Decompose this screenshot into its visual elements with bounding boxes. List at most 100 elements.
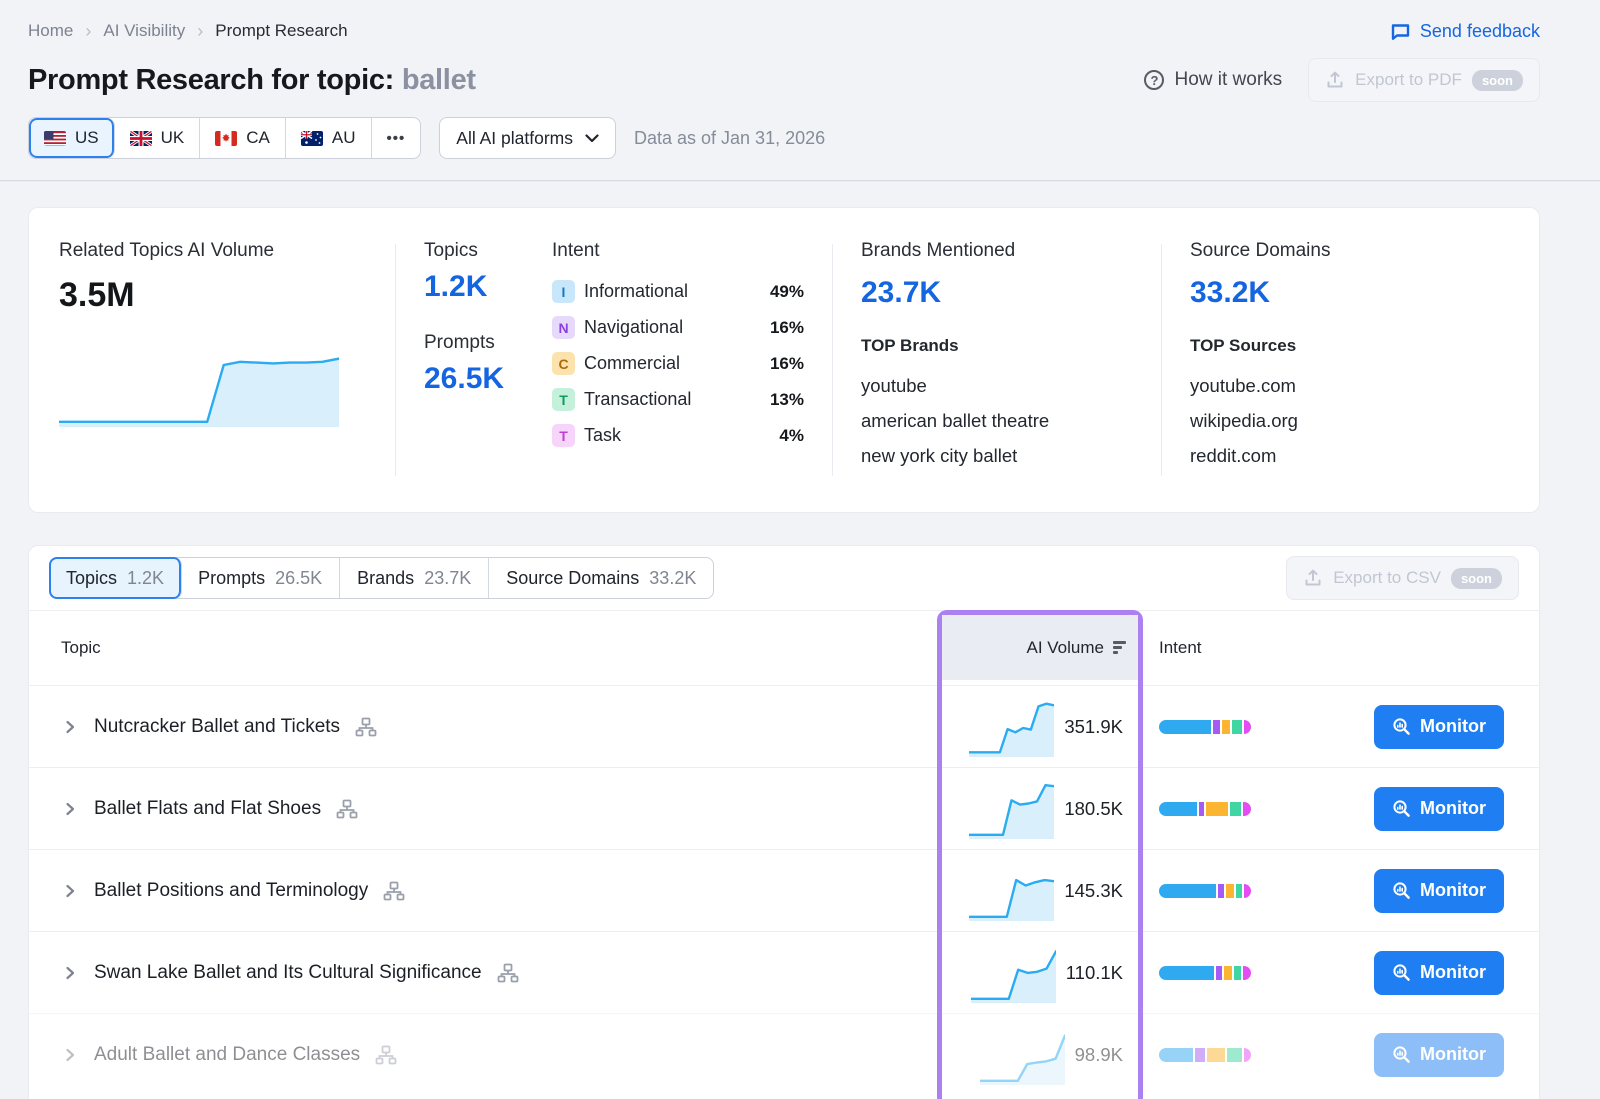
intent-badge-informational: I: [552, 280, 575, 303]
list-item: american ballet theatre: [861, 397, 1133, 432]
top-sources-label: TOP Sources: [1190, 336, 1509, 356]
intent-percent: 49%: [770, 282, 804, 302]
ai-platforms-dropdown[interactable]: All AI platforms: [439, 117, 616, 159]
export-pdf-button[interactable]: Export to PDF soon: [1308, 58, 1540, 102]
intent-legend-row: NNavigational16%: [552, 316, 804, 339]
intent-badge-commercial: C: [552, 352, 575, 375]
intent-segment: [1213, 720, 1220, 734]
intent-legend-row: TTransactional13%: [552, 388, 804, 411]
expand-row-chevron-icon[interactable]: [61, 800, 79, 818]
intent-segment: [1159, 720, 1211, 734]
how-it-works-link[interactable]: ? How it works: [1144, 69, 1282, 91]
intent-segment: [1224, 966, 1232, 980]
monitor-button[interactable]: Monitor: [1374, 951, 1504, 995]
intent-distribution-bar: [1159, 884, 1251, 898]
intent-legend: IInformational49%NNavigational16%CCommer…: [552, 280, 804, 447]
related-topics-label: Related Topics AI Volume: [59, 240, 367, 262]
upload-icon: [1303, 568, 1323, 588]
more-countries-button[interactable]: •••: [372, 118, 421, 158]
topic-network-icon: [375, 1045, 397, 1065]
export-csv-button[interactable]: Export to CSV soon: [1286, 556, 1519, 600]
monitor-button[interactable]: Monitor: [1374, 787, 1504, 831]
table-body: Nutcracker Ballet and Tickets351.9KMonit…: [29, 685, 1539, 1095]
monitor-button[interactable]: Monitor: [1374, 869, 1504, 913]
table-row: Adult Ballet and Dance Classes 98.9K Monit…: [29, 1013, 1539, 1095]
intent-segment: [1244, 884, 1251, 898]
intent-segment: [1234, 966, 1242, 980]
magnifier-chart-icon: [1392, 1045, 1411, 1064]
intent-name: Commercial: [584, 353, 770, 374]
expand-row-chevron-icon[interactable]: [61, 718, 79, 736]
ai-volume-sparkline: [980, 1025, 1065, 1085]
ai-volume-value: 180.5K: [1064, 798, 1123, 820]
topic-name[interactable]: Nutcracker Ballet and Tickets: [94, 716, 340, 738]
topic-name[interactable]: Swan Lake Ballet and Its Cultural Signif…: [94, 962, 482, 984]
breadcrumb-home[interactable]: Home: [28, 21, 73, 41]
topics-label: Topics: [424, 240, 552, 262]
magnifier-chart-icon: [1392, 799, 1411, 818]
table-row: Swan Lake Ballet and Its Cultural Signif…: [29, 931, 1539, 1013]
intent-name: Transactional: [584, 389, 770, 410]
prompts-value: 26.5K: [424, 362, 552, 396]
expand-row-chevron-icon[interactable]: [61, 1046, 79, 1064]
upload-icon: [1325, 70, 1345, 90]
brands-mentioned-label: Brands Mentioned: [861, 240, 1133, 262]
country-tab-us[interactable]: US: [29, 118, 115, 158]
intent-percent: 16%: [770, 318, 804, 338]
country-tabs: USUKCAAU •••: [28, 117, 421, 159]
intent-segment: [1207, 1048, 1225, 1062]
intent-percent: 16%: [770, 354, 804, 374]
topic-name[interactable]: Ballet Positions and Terminology: [94, 880, 368, 902]
intent-distribution-bar: [1159, 720, 1251, 734]
brands-mentioned-value: 23.7K: [861, 276, 1133, 310]
monitor-button[interactable]: Monitor: [1374, 705, 1504, 749]
topic-name[interactable]: Ballet Flats and Flat Shoes: [94, 798, 321, 820]
intent-name: Task: [584, 425, 779, 446]
list-item: reddit.com: [1190, 432, 1509, 467]
table-row: Ballet Flats and Flat Shoes 180.5K Monitor: [29, 767, 1539, 849]
prompts-label: Prompts: [424, 332, 552, 354]
column-header-ai-volume[interactable]: AI Volume: [942, 615, 1138, 680]
column-header-intent[interactable]: Intent: [1139, 638, 1364, 658]
header-divider: [0, 180, 1600, 181]
topics-value: 1.2K: [424, 270, 552, 304]
top-sources-list: youtube.comwikipedia.orgreddit.com: [1190, 362, 1509, 467]
ai-volume-sparkline: [971, 943, 1056, 1003]
intent-badge-navigational: N: [552, 316, 575, 339]
topic-name[interactable]: Adult Ballet and Dance Classes: [94, 1044, 360, 1066]
ellipsis-icon: •••: [387, 130, 406, 147]
breadcrumb-ai-visibility[interactable]: AI Visibility: [103, 21, 185, 41]
country-tab-ca[interactable]: CA: [200, 118, 286, 158]
ai-volume-value: 98.9K: [1075, 1044, 1123, 1066]
intent-segment: [1195, 1048, 1205, 1062]
divider: [1161, 244, 1162, 476]
intent-segment: [1226, 884, 1234, 898]
table-row: Ballet Positions and Terminology145.3KMo…: [29, 849, 1539, 931]
flag-ca-icon: [215, 131, 237, 146]
chevron-down-icon: [585, 134, 599, 143]
table-tab-brands[interactable]: Brands23.7K: [340, 558, 489, 598]
intent-distribution-bar: [1159, 966, 1251, 980]
flag-uk-icon: [130, 131, 152, 146]
table-tab-topics[interactable]: Topics1.2K: [49, 557, 182, 599]
topic-network-icon: [355, 717, 377, 737]
expand-row-chevron-icon[interactable]: [61, 882, 79, 900]
country-tab-uk[interactable]: UK: [115, 118, 201, 158]
country-tab-au[interactable]: AU: [286, 118, 372, 158]
intent-segment: [1216, 966, 1222, 980]
intent-segment: [1222, 720, 1230, 734]
related-topics-value: 3.5M: [59, 276, 367, 315]
table-tab-source-domains[interactable]: Source Domains33.2K: [489, 558, 713, 598]
monitor-button[interactable]: Monitor: [1374, 1033, 1504, 1077]
chat-bubble-icon: [1390, 21, 1411, 42]
intent-segment: [1232, 720, 1242, 734]
column-header-topic[interactable]: Topic: [29, 638, 933, 658]
intent-label: Intent: [552, 240, 804, 262]
intent-legend-row: C Commercial16%: [552, 352, 804, 375]
send-feedback-link[interactable]: Send feedback: [1390, 21, 1540, 42]
table-tab-prompts[interactable]: Prompts26.5K: [181, 558, 340, 598]
intent-segment: [1244, 720, 1251, 734]
related-topics-trend-chart: [59, 341, 367, 432]
expand-row-chevron-icon[interactable]: [61, 964, 79, 982]
ai-volume-value: 110.1K: [1066, 962, 1123, 984]
